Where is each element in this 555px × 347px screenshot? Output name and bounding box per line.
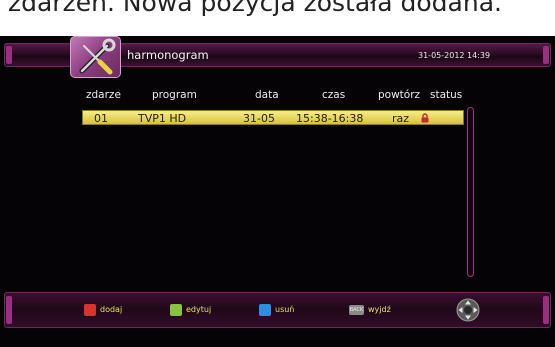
footer-left-cap bbox=[6, 296, 12, 324]
caption-strip: zdarzeń. Nowa pozycja została dodana. bbox=[0, 0, 555, 36]
column-header-status: status bbox=[430, 89, 463, 101]
scrollbar[interactable] bbox=[467, 107, 474, 277]
navigation-pad-icon bbox=[456, 298, 480, 322]
add-label[interactable]: dodaj bbox=[100, 305, 122, 314]
back-key-icon[interactable]: BACK bbox=[349, 305, 364, 315]
edit-label[interactable]: edytuj bbox=[186, 305, 211, 314]
green-key-icon[interactable] bbox=[170, 304, 182, 316]
header-left-cap bbox=[6, 46, 12, 64]
clock: 31-05-2012 14:39 bbox=[418, 51, 491, 60]
column-header-event: zdarze bbox=[86, 89, 121, 101]
column-header-time: czas bbox=[322, 89, 346, 101]
delete-label[interactable]: usuń bbox=[275, 305, 294, 314]
caption-text: zdarzeń. Nowa pozycja została dodana. bbox=[8, 0, 502, 17]
column-header-repeat: powtórz bbox=[378, 89, 421, 101]
exit-label[interactable]: wyjdź bbox=[368, 305, 391, 314]
red-key-icon[interactable] bbox=[84, 304, 96, 316]
cell-event: 01 bbox=[94, 112, 108, 125]
cell-program: TVP1 HD bbox=[138, 112, 187, 125]
tools-icon bbox=[70, 36, 121, 78]
header-right-cap bbox=[543, 46, 549, 64]
column-header-date: data bbox=[255, 89, 279, 101]
tv-screen: harmonogram 31-05-2012 14:39 zdarze prog… bbox=[0, 36, 555, 347]
cell-repeat: raz bbox=[392, 112, 410, 125]
footer-bar: dodaj edytuj usuń BACK wyjdź bbox=[4, 292, 551, 328]
blue-key-icon[interactable] bbox=[259, 304, 271, 316]
page-title: harmonogram bbox=[127, 48, 209, 62]
cell-date: 31-05 bbox=[243, 112, 275, 125]
column-header-program: program bbox=[152, 89, 197, 101]
lock-icon bbox=[421, 113, 429, 123]
table-row[interactable]: 01 TVP1 HD 31-05 15:38-16:38 raz bbox=[82, 110, 464, 125]
footer-right-cap bbox=[543, 296, 549, 324]
cell-time: 15:38-16:38 bbox=[296, 112, 364, 125]
